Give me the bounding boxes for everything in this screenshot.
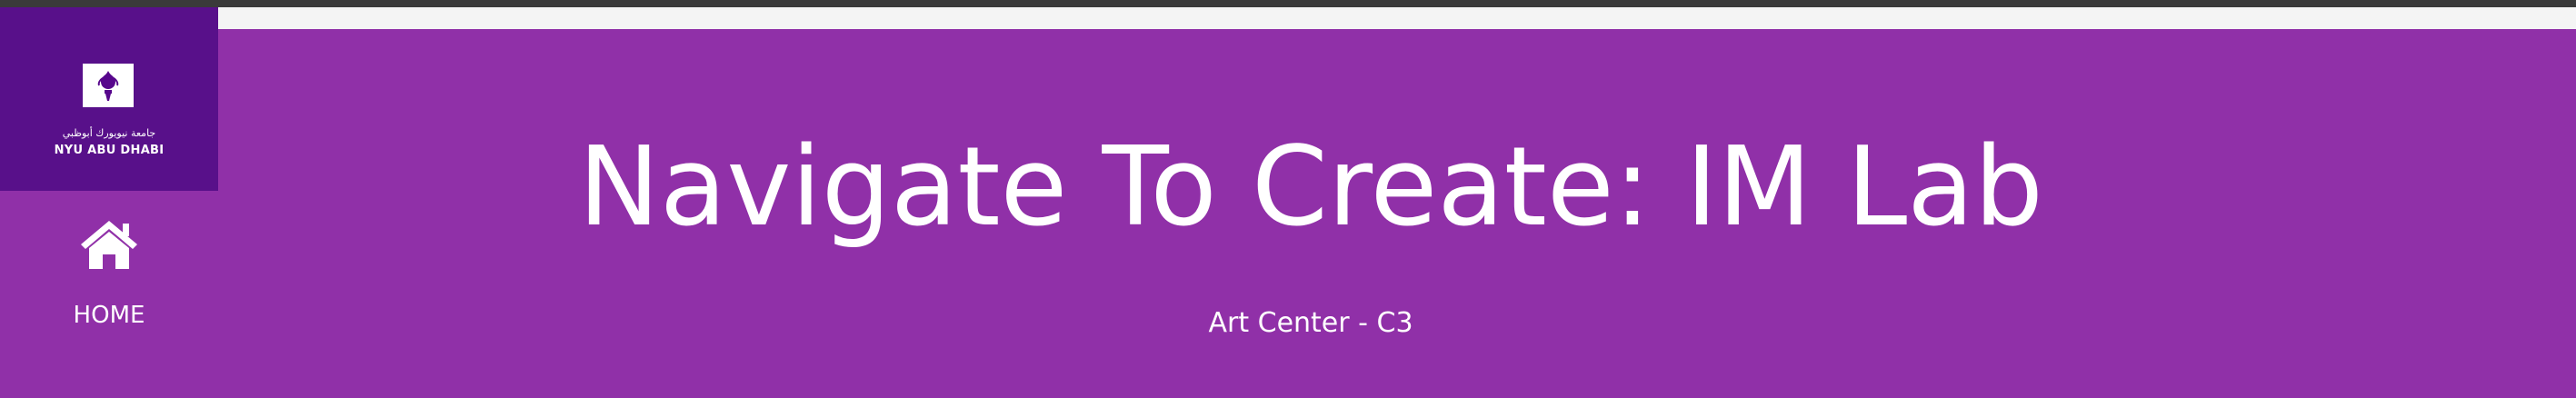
page-title: Navigate To Create: IM Lab: [578, 124, 2043, 251]
torch-icon: [97, 71, 119, 101]
logo-arabic-text: جامعة نيويورك أبوظبي: [62, 127, 156, 139]
torch-logo-square: [83, 64, 134, 107]
nyuad-logo[interactable]: جامعة نيويورك أبوظبي NYU ABU DHABI: [0, 7, 218, 191]
home-label: HOME: [73, 302, 145, 329]
top-strip: [218, 7, 2576, 29]
location-subtitle: Art Center - C3: [1208, 307, 1413, 339]
page: جامعة نيويورك أبوظبي NYU ABU DHABI HOME …: [0, 0, 2576, 398]
home-nav-link[interactable]: HOME: [55, 218, 164, 336]
browser-top-bar: [0, 0, 2576, 7]
logo-english-text: NYU ABU DHABI: [54, 144, 165, 157]
home-icon: [81, 221, 137, 269]
